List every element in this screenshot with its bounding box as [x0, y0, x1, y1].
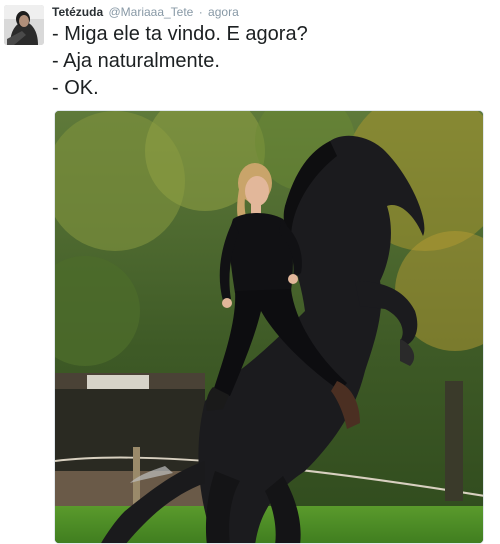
tweet-text-line: - OK.	[52, 77, 99, 99]
tweet-header: Tetézuda @Mariaaa_Tete · agora	[52, 4, 239, 20]
timestamp[interactable]: agora	[208, 5, 239, 19]
avatar[interactable]	[4, 5, 44, 45]
user-avatar-icon	[4, 5, 44, 45]
display-name[interactable]: Tetézuda	[52, 5, 103, 19]
tweet-text: - Miga ele ta vindo. E agora? - Aja natu…	[52, 21, 492, 102]
horse-rider-photo-icon	[55, 111, 483, 543]
separator-dot: ·	[198, 5, 203, 19]
tweet-text-line: - Miga ele ta vindo. E agora?	[52, 23, 308, 45]
user-handle[interactable]: @Mariaaa_Tete	[108, 5, 193, 19]
tweet[interactable]: Tetézuda @Mariaaa_Tete · agora - Miga el…	[0, 0, 500, 544]
tweet-photo[interactable]	[54, 110, 484, 544]
tweet-text-line: - Aja naturalmente.	[52, 50, 220, 72]
